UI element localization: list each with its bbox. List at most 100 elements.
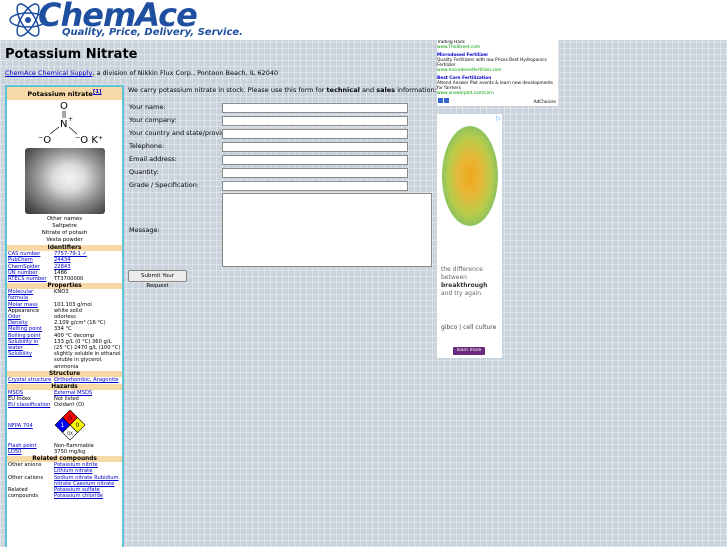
ad-nav-arrows-icon[interactable] <box>438 98 449 105</box>
quantity-field[interactable] <box>222 168 408 178</box>
ad-headline-line: the difference <box>441 266 483 273</box>
chembox-title: Potassium nitrate[1] <box>7 87 122 101</box>
telephone-field[interactable] <box>222 142 408 152</box>
grade-field[interactable] <box>222 181 408 191</box>
logo-tagline: Quality, Price, Delivery, Service. <box>62 27 243 38</box>
company-link[interactable]: ChemAce Chemical Supply <box>5 69 92 77</box>
flash-point-link[interactable]: Flash point <box>8 443 36 449</box>
density-link[interactable]: Density <box>8 320 28 326</box>
form-intro-and: and <box>359 86 377 94</box>
msds-link[interactable]: MSDS <box>8 390 23 396</box>
country-field[interactable] <box>222 129 408 139</box>
company-intro-text: , a division of Nikkin Flux Corp., Ponto… <box>92 69 279 77</box>
formula-value: KNO3 <box>54 289 69 296</box>
hazards-table: MSDS External MSDS EU Index Not listed EU … <box>7 390 122 455</box>
form-intro-suffix: information: <box>395 86 437 94</box>
image-ad[interactable]: ▷ the difference between breakthrough an… <box>437 114 502 358</box>
other-cations-label: Other cations <box>8 474 44 481</box>
nfpa-health: 1 <box>61 422 65 429</box>
ld50-link[interactable]: LD50 <box>8 449 22 455</box>
solubility-link[interactable]: Solubility <box>8 351 32 357</box>
svg-text:⁻O K⁺: ⁻O K⁺ <box>75 135 103 146</box>
table-row: Other cations Sodium nitrate Rubidium nit… <box>7 475 122 487</box>
grade-label: Grade / Specification: <box>129 181 200 189</box>
compound-photo <box>24 148 105 215</box>
ad-description: Attend Answer Plot events & learn new de… <box>437 81 553 91</box>
cell-flower-image <box>442 126 498 226</box>
table-row: Solubility slightly soluble in ethanol so… <box>7 351 122 370</box>
ad-description: Quality Fertilizers with low Prices Best… <box>437 58 547 68</box>
solubility-water-link[interactable]: Solubility in water <box>8 339 38 351</box>
nfpa-diamond: 0 1 0 OX <box>53 409 122 443</box>
company-label: Your company: <box>129 116 177 124</box>
melting-point-link[interactable]: Melting point <box>8 326 42 332</box>
nitrate-structure: O N + ⁻O ⁻O K⁺ <box>7 100 122 146</box>
svg-text:⁻O: ⁻O <box>38 135 51 146</box>
name-label: Your name: <box>129 103 166 111</box>
company-field[interactable] <box>222 116 408 126</box>
table-row: Molecular formula KNO3 <box>7 289 122 301</box>
country-label: Your country and state/province: <box>129 129 235 137</box>
page-title: Potassium Nitrate <box>5 47 138 62</box>
message-textarea[interactable] <box>222 193 432 267</box>
form-intro-technical: technical <box>326 86 360 94</box>
name-field[interactable] <box>222 103 408 113</box>
eu-classification-link[interactable]: EU classification <box>8 402 50 408</box>
nfpa-reactivity: 0 <box>76 422 80 429</box>
molecular-formula-link[interactable]: Molecular formula <box>8 289 33 301</box>
form-intro: We carry potassium nitrate in stock. Ple… <box>128 86 437 94</box>
chemspider-link[interactable]: ChemSpider <box>8 264 40 270</box>
nfpa-704-link[interactable]: NFPA 704 <box>8 423 33 429</box>
potassium-nitrite-link[interactable]: Potassium nitrite <box>54 462 98 468</box>
rtecs-value: TT3700000 <box>54 275 84 282</box>
learn-more-button[interactable]: learn more <box>453 347 485 355</box>
ld50-value: 3750 mg/kg <box>54 449 86 456</box>
adchoices-label[interactable]: AdChoices <box>534 100 556 105</box>
ad-headline-bold: breakthrough <box>441 282 488 289</box>
submit-request-button[interactable]: Submit Your Request <box>128 270 187 289</box>
lithium-nitrate-link[interactable]: Lithium nitrate <box>54 468 92 474</box>
pubchem-value-link[interactable]: 24434 <box>54 257 71 263</box>
un-number-link[interactable]: UN number <box>8 270 38 276</box>
other-cations-links[interactable]: Sodium nitrate Rubidium nitrate Caesium … <box>54 475 119 487</box>
other-names: Other names Saltpetre Nitrate of potash … <box>7 216 122 244</box>
email-field[interactable] <box>222 155 408 165</box>
table-row: Crystal structure Orthorhombic, Aragonite <box>7 377 122 383</box>
quantity-label: Quantity: <box>129 168 159 176</box>
text-ad-block[interactable]: Trading Hack www.TheStreet.com Microdose… <box>437 40 558 106</box>
svg-text:+: + <box>68 116 73 123</box>
other-name: Vesta powder <box>46 237 83 244</box>
other-names-label: Other names <box>46 216 83 223</box>
message-label: Message: <box>129 226 160 234</box>
chemspider-value-link[interactable]: 22843 <box>54 264 71 270</box>
cas-number-link[interactable]: CAS number <box>8 251 40 257</box>
chembox-title-text: Potassium nitrate <box>27 90 93 99</box>
structure-diagram-icon: O N + ⁻O ⁻O K⁺ <box>38 101 103 146</box>
boiling-point-link[interactable]: Boiling point <box>8 333 41 339</box>
telephone-label: Telephone: <box>129 142 165 150</box>
related-compounds-links[interactable]: Potassium sulfate Potassium chloride <box>54 487 103 499</box>
other-name: Nitrate of potash <box>41 230 88 237</box>
company-intro: ChemAce Chemical Supply, a division of N… <box>5 69 278 77</box>
form-intro-text: We carry potassium nitrate in stock. Ple… <box>128 86 327 94</box>
table-row: LD50 3750 mg/kg <box>7 449 122 455</box>
cas-value-link[interactable]: 7757-79-1 ✓ <box>54 251 87 257</box>
external-msds-link[interactable]: External MSDS <box>54 390 92 396</box>
molar-mass-link[interactable]: Molar mass <box>8 302 38 308</box>
table-row: Solubility in water 133 g/L (0 °C) 360 g/… <box>7 339 122 351</box>
svg-text:O: O <box>60 101 68 112</box>
crystal-structure-value-link[interactable]: Orthorhombic, Aragonite <box>54 377 118 383</box>
pubchem-link[interactable]: PubChem <box>8 257 33 263</box>
structure-table: Crystal structure Orthorhombic, Aragonite <box>7 377 122 383</box>
ad-url[interactable]: www.answerplot.com/corn <box>437 91 558 96</box>
nfpa-special: OX <box>67 431 73 436</box>
other-name: Saltpetre <box>52 223 77 230</box>
chembox-ref-link[interactable]: [1] <box>93 89 102 95</box>
ad-info-icon[interactable]: ▷ <box>496 115 501 122</box>
ad-headline: the difference between breakthrough and … <box>441 266 487 298</box>
solubility-water-value: 133 g/L (0 °C) 360 g/L (25 °C) 2470 g/L … <box>54 338 121 351</box>
crystal-structure-link[interactable]: Crystal structure <box>8 377 51 383</box>
odor-link[interactable]: Odor <box>8 314 21 320</box>
site-header: ChemAce Quality, Price, Delivery, Servic… <box>0 0 727 40</box>
rtecs-link[interactable]: RTECS number <box>8 276 46 282</box>
